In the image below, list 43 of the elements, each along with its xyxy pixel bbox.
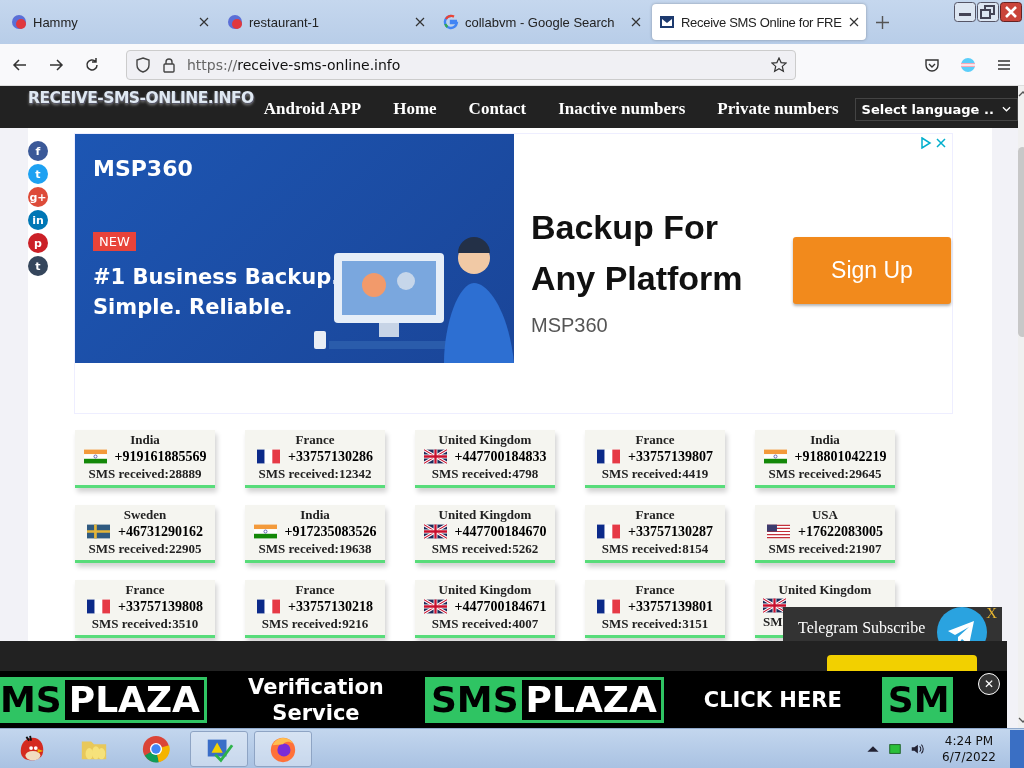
country-name: India [300,506,330,523]
advertiser-name: MSP360 [531,314,609,337]
sms-count: SMS received:4798 [431,465,539,482]
ad-headline: Backup For Any Platform [531,207,744,299]
sms-count: SMS received:19638 [258,540,372,557]
country-name: United Kingdom [438,431,532,448]
country-name: France [125,581,165,598]
banner-text: Verification Service [247,674,385,726]
telegram-label: Telegram Subscribe [798,619,926,637]
country-name: France [635,581,675,598]
brand-logo: SMS PLAZA [424,677,664,723]
sms-count: SM [763,613,783,630]
sms-count: SMS received:5262 [431,540,539,557]
country-name: United Kingdom [778,581,872,598]
country-name: France [635,431,675,448]
country-name: France [295,581,335,598]
sms-count: SMS received:3510 [91,615,199,632]
new-badge: NEW [93,232,136,251]
sms-count: SMS received:21907 [768,540,882,557]
banner-text: CLICK HERE [702,687,843,713]
country-name: United Kingdom [438,506,532,523]
sms-count: SMS received:4419 [601,465,709,482]
sms-count: SMS received:8154 [601,540,709,557]
country-name: India [810,431,840,448]
country-name: France [635,506,675,523]
country-name: USA [812,506,838,523]
sms-count: SMS received:9216 [261,615,369,632]
country-name: United Kingdom [438,581,532,598]
sms-count: SMS received:3151 [601,615,709,632]
brand-logo: MS PLAZA [0,677,207,723]
brand-logo: SM [881,677,953,723]
country-name: Sweden [123,506,167,523]
sms-count: SMS received:28889 [88,465,202,482]
sms-count: SMS received:22905 [88,540,202,557]
ad-tagline: #1 Business Backup. [93,264,340,291]
url-text: https://receive-sms-online.info [187,56,402,73]
country-name: France [295,431,335,448]
sms-count: SMS received:12342 [258,465,372,482]
sms-count: SMS received:4007 [431,615,539,632]
sms-count: SMS received:29645 [768,465,882,482]
brand-logo: MSP360 [93,156,193,181]
ad-tagline: Simple. Reliable. [93,294,294,321]
country-name: India [130,431,160,448]
